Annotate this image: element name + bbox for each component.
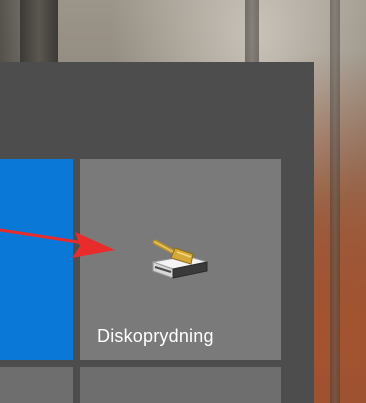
tile-label: Diskoprydning [97, 326, 214, 346]
start-tile-partial[interactable] [0, 367, 73, 403]
disk-cleanup-icon [151, 239, 208, 279]
wallpaper-tree-trunk [20, 0, 58, 62]
start-tile-partial[interactable] [80, 367, 281, 403]
wallpaper-tree-trunk [245, 0, 259, 62]
wallpaper-tree-trunk [330, 0, 340, 403]
disk-cleanup-tile[interactable]: Diskoprydning [80, 159, 281, 360]
start-tile-blue[interactable] [0, 159, 73, 360]
